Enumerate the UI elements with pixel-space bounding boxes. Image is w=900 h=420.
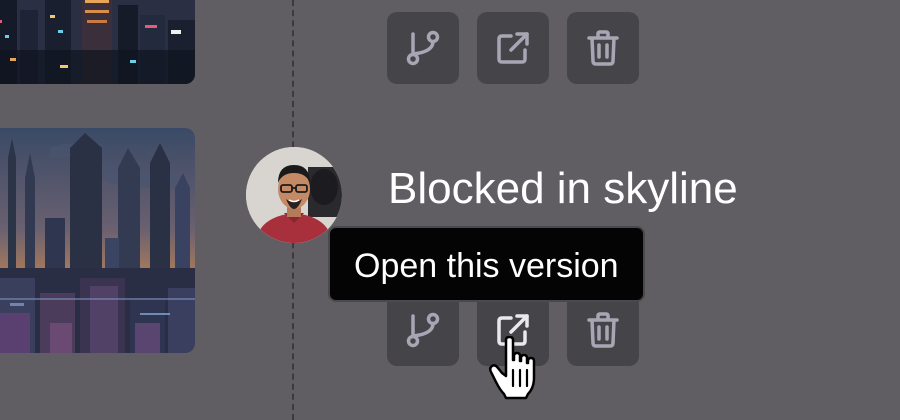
git-branch-icon [406, 30, 440, 66]
version-thumbnail-current[interactable] [0, 128, 195, 353]
version-thumbnail-previous[interactable] [0, 0, 195, 84]
git-branch-icon [406, 312, 440, 348]
previous-version-actions [387, 12, 639, 84]
author-avatar [246, 147, 342, 243]
external-link-icon [497, 314, 529, 346]
current-version-actions [387, 294, 639, 366]
delete-version-button[interactable] [567, 294, 639, 366]
open-version-tooltip: Open this version [328, 226, 645, 302]
external-link-icon [497, 32, 529, 64]
branch-button[interactable] [387, 294, 459, 366]
trash-icon [587, 312, 619, 348]
version-title: Blocked in skyline [388, 164, 738, 213]
open-version-button[interactable] [477, 294, 549, 366]
trash-icon [587, 30, 619, 66]
branch-button[interactable] [387, 12, 459, 84]
delete-version-button[interactable] [567, 12, 639, 84]
open-version-button[interactable] [477, 12, 549, 84]
